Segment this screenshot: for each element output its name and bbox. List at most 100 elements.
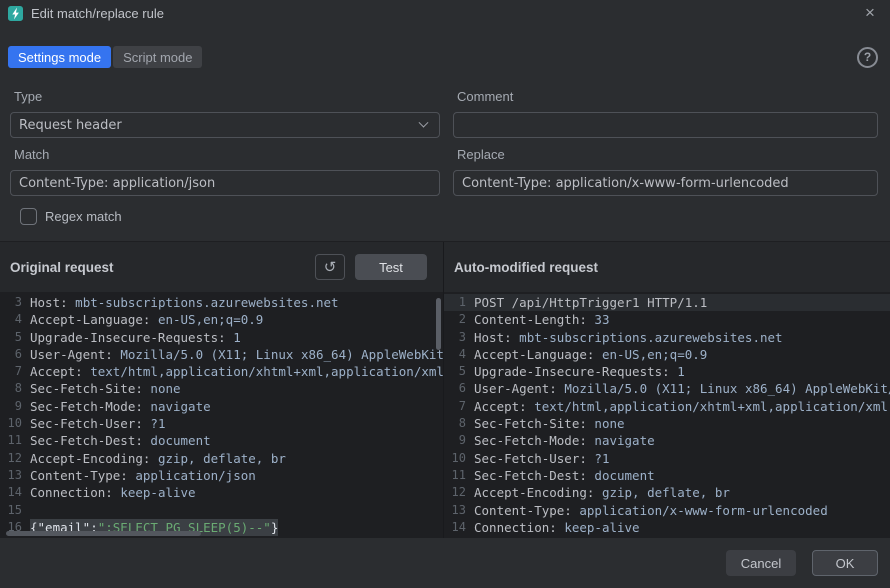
request-line: 13Content-Type: application/json — [0, 467, 443, 484]
line-text: Accept: text/html,application/xhtml+xml,… — [30, 363, 443, 380]
line-text: Accept-Encoding: gzip, deflate, br — [30, 450, 286, 467]
line-text: Accept-Language: en-US,en;q=0.9 — [30, 311, 263, 328]
line-number: 12 — [0, 450, 22, 467]
line-number: 15 — [0, 502, 22, 519]
line-text: Upgrade-Insecure-Requests: 1 — [30, 329, 241, 346]
request-line: 9 Sec-Fetch-Mode: navigate — [0, 398, 443, 415]
line-number: 11 — [0, 432, 22, 449]
line-number: 14 — [0, 484, 22, 501]
help-icon[interactable]: ? — [857, 47, 878, 68]
comment-input[interactable] — [453, 112, 878, 138]
request-line: 4 Accept-Language: en-US,en;q=0.9 — [0, 311, 443, 328]
test-button[interactable]: Test — [355, 254, 427, 280]
original-request-editor[interactable]: 3 Host: mbt-subscriptions.azurewebsites.n… — [0, 292, 443, 538]
match-input[interactable] — [10, 170, 440, 196]
request-line: 3 Host: mbt-subscriptions.azurewebsites.n… — [444, 329, 890, 346]
horizontal-scrollbar[interactable] — [6, 531, 201, 536]
request-panels: Original request ↺ Test 3 Host: mbt-subsc… — [0, 241, 890, 538]
titlebar: Edit match/replace rule × — [0, 0, 890, 26]
line-number: 4 — [444, 346, 466, 363]
cancel-button[interactable]: Cancel — [726, 550, 796, 576]
line-number: 3 — [444, 329, 466, 346]
request-line: 12 Accept-Encoding: gzip, deflate, br — [0, 450, 443, 467]
tab-settings-mode[interactable]: Settings mode — [8, 46, 111, 68]
line-number: 3 — [0, 294, 22, 311]
request-line: 14 Connection: keep-alive — [444, 519, 890, 536]
line-number: 13 — [444, 502, 466, 519]
line-text: Content-Type: application/json — [30, 467, 256, 484]
line-text: Sec-Fetch-Dest: document — [30, 432, 211, 449]
line-text: Content-Length: 33 — [474, 311, 609, 328]
request-line: 13 Content-Type: application/x-www-form-u… — [444, 502, 890, 519]
tab-script-mode[interactable]: Script mode — [113, 46, 202, 68]
type-label: Type — [14, 89, 440, 104]
line-number: 4 — [0, 311, 22, 328]
line-text: Upgrade-Insecure-Requests: 1 — [474, 363, 685, 380]
regex-match-checkbox[interactable] — [20, 208, 37, 225]
line-number: 2 — [444, 311, 466, 328]
line-text: Sec-Fetch-User: ?1 — [474, 450, 609, 467]
type-dropdown[interactable]: Request header — [10, 112, 440, 138]
request-line: 5 Upgrade-Insecure-Requests: 1 — [444, 363, 890, 380]
line-number: 5 — [444, 363, 466, 380]
line-text: Sec-Fetch-Site: none — [30, 380, 181, 397]
request-line: 4Accept-Language: en-US,en;q=0.9 — [444, 346, 890, 363]
line-text: Sec-Fetch-Dest: document — [474, 467, 655, 484]
line-number: 9 — [444, 432, 466, 449]
request-line: 8 Sec-Fetch-Site: none — [0, 380, 443, 397]
request-line: 3 Host: mbt-subscriptions.azurewebsites.n… — [0, 294, 443, 311]
request-line: 6User-Agent: Mozilla/5.0 (X11; Linux x86… — [444, 380, 890, 397]
original-request-panel: Original request ↺ Test 3 Host: mbt-subsc… — [0, 242, 444, 538]
mode-tabs-row: Settings mode Script mode ? — [0, 26, 890, 68]
auto-modified-request-editor[interactable]: 1POST /api/HttpTrigger1 HTTP/1.12 Content… — [444, 292, 890, 538]
original-request-title: Original request — [10, 260, 114, 275]
line-text: User-Agent: Mozilla/5.0 (X11; Linux x86_… — [474, 380, 890, 397]
request-line: 2 Content-Length: 33 — [444, 311, 890, 328]
regex-match-label: Regex match — [45, 209, 122, 224]
request-line: 10Sec-Fetch-User: ?1 — [444, 450, 890, 467]
request-line: 6 User-Agent: Mozilla/5.0 (X11; Linux x86… — [0, 346, 443, 363]
request-line: 8Sec-Fetch-Site: none — [444, 415, 890, 432]
line-number: 10 — [0, 415, 22, 432]
line-text: Content-Type: application/x-www-form-url… — [474, 502, 828, 519]
lightning-bolt-icon — [8, 6, 23, 21]
mode-segmented-control: Settings mode Script mode — [8, 46, 202, 68]
chevron-down-icon — [419, 117, 429, 127]
match-label: Match — [14, 147, 440, 162]
original-request-header: Original request ↺ Test — [0, 242, 443, 292]
line-text: Sec-Fetch-Mode: navigate — [474, 432, 655, 449]
request-line: 15 — [0, 502, 443, 519]
line-text: Accept: text/html,application/xhtml+xml,… — [474, 398, 890, 415]
line-number: 5 — [0, 329, 22, 346]
line-number: 11 — [444, 467, 466, 484]
line-number: 7 — [0, 363, 22, 380]
line-text: User-Agent: Mozilla/5.0 (X11; Linux x86_… — [30, 346, 443, 363]
request-line: 7 Accept: text/html,application/xhtml+xml… — [0, 363, 443, 380]
line-number: 8 — [444, 415, 466, 432]
auto-modified-request-header: Auto-modified request — [444, 242, 890, 292]
request-line: 7Accept: text/html,application/xhtml+xml… — [444, 398, 890, 415]
line-text: Host: mbt-subscriptions.azurewebsites.ne… — [30, 294, 339, 311]
line-number: 9 — [0, 398, 22, 415]
line-number: 8 — [0, 380, 22, 397]
replace-input[interactable] — [453, 170, 878, 196]
reset-icon[interactable]: ↺ — [315, 254, 345, 280]
request-line: 1POST /api/HttpTrigger1 HTTP/1.1 — [444, 294, 890, 311]
line-text: Sec-Fetch-Mode: navigate — [30, 398, 211, 415]
line-text: POST /api/HttpTrigger1 HTTP/1.1 — [474, 294, 707, 311]
line-text: Accept-Encoding: gzip, deflate, br — [474, 484, 730, 501]
line-text: Connection: keep-alive — [474, 519, 640, 536]
vertical-scrollbar[interactable] — [436, 298, 441, 350]
line-text: Sec-Fetch-User: ?1 — [30, 415, 165, 432]
request-line: 5 Upgrade-Insecure-Requests: 1 — [0, 329, 443, 346]
request-line: 9 Sec-Fetch-Mode: navigate — [444, 432, 890, 449]
line-text: Host: mbt-subscriptions.azurewebsites.ne… — [474, 329, 783, 346]
type-dropdown-value: Request header — [19, 118, 122, 133]
line-number: 12 — [444, 484, 466, 501]
dialog-title: Edit match/replace rule — [31, 6, 164, 21]
ok-button[interactable]: OK — [812, 550, 878, 576]
close-icon[interactable]: × — [856, 2, 884, 24]
line-number: 6 — [0, 346, 22, 363]
rule-form: Type Comment Request header Match Replac… — [0, 68, 890, 225]
line-number: 14 — [444, 519, 466, 536]
